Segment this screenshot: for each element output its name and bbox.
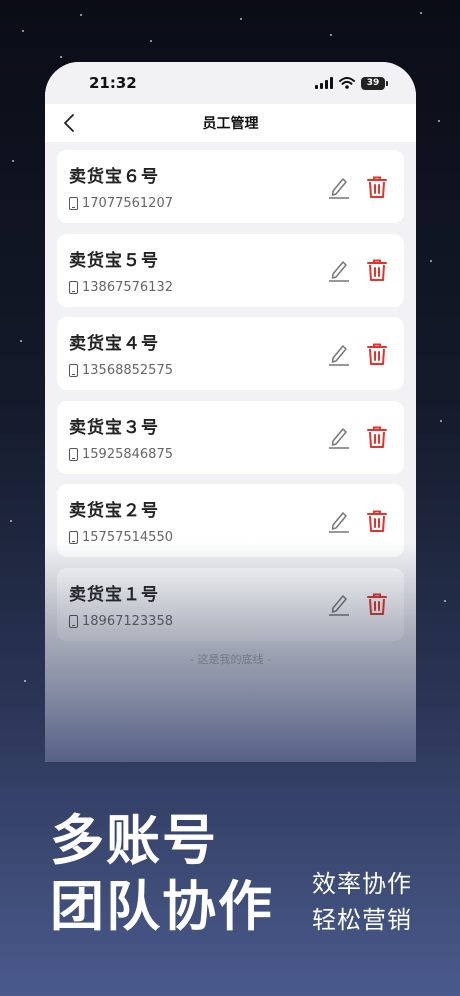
promo-headline-line2: 团队协作 [50,875,274,938]
chevron-left-icon [64,114,74,132]
promo-headline: 多账号 团队协作 [50,808,274,940]
mobile-phone-icon [69,364,78,377]
mobile-phone-icon [69,447,78,461]
employee-card[interactable]: 卖货宝１号 18967123358 [57,567,404,641]
employee-name: 卖货宝２号 [69,501,159,521]
employee-phone: 13568852575 [82,363,173,378]
employee-info: 卖货宝１号 18967123358 [69,580,173,629]
employee-phone-row: 15757514550 [69,530,173,545]
pencil-icon [329,261,349,282]
card-actions [326,173,390,201]
navigation-bar: 员工管理 [45,104,416,142]
employee-name: 卖货宝１号 [69,584,159,605]
employee-phone-row: 17077561207 [69,196,173,211]
status-time: 21:32 [89,74,137,92]
edit-button[interactable] [326,256,352,284]
card-actions [326,590,390,618]
promo-subline-line1: 效率协作 [312,870,412,898]
employee-info: 卖货宝３号 15925846875 [69,413,173,462]
phone-screen: 21:32 39 员工管理 卖货宝６号 17077561207 卖货宝５号 13… [45,62,416,762]
card-actions [326,507,390,535]
mobile-phone-icon [69,197,78,210]
employee-info: 卖货宝５号 13867576132 [69,246,173,295]
employee-phone: 13867576132 [82,279,173,295]
wifi-icon [339,77,355,89]
promo-subline: 效率协作 轻松营销 [312,866,412,938]
pencil-icon [329,511,349,533]
employee-phone: 18967123358 [82,613,173,629]
employee-name: 卖货宝５号 [69,250,159,271]
employee-phone: 17077561207 [82,196,173,211]
employee-phone-row: 13568852575 [69,363,173,378]
employee-phone: 15925846875 [82,446,173,462]
back-button[interactable] [57,111,81,135]
employee-card[interactable]: 卖货宝４号 13568852575 [57,317,404,390]
mobile-phone-icon [69,614,78,628]
employee-phone-row: 18967123358 [69,614,173,629]
status-bar: 21:32 39 [45,62,416,104]
card-actions [326,340,390,368]
edit-button[interactable] [326,173,352,201]
pencil-icon [329,428,349,449]
mobile-phone-icon [69,531,78,544]
employee-name: 卖货宝６号 [69,167,159,187]
edit-button[interactable] [326,507,352,535]
employee-info: 卖货宝４号 13568852575 [69,329,173,378]
list-end-text: - 这是我的底线 - [190,653,271,666]
pencil-icon [329,595,349,616]
employee-info: 卖货宝２号 15757514550 [69,496,173,545]
delete-button[interactable] [364,590,390,618]
page-title: 员工管理 [202,116,259,132]
trash-icon [367,259,387,281]
edit-button[interactable] [326,340,352,368]
delete-button[interactable] [364,256,390,284]
trash-icon [367,426,387,448]
promo-headline-line1: 多账号 [50,809,218,872]
edit-button[interactable] [326,590,352,618]
employee-phone-row: 13867576132 [69,280,173,295]
employee-card[interactable]: 卖货宝６号 17077561207 [57,150,404,223]
trash-icon [367,343,387,365]
employee-card[interactable]: 卖货宝２号 15757514550 [57,484,404,557]
trash-icon [367,510,387,532]
delete-button[interactable] [364,423,390,451]
edit-button[interactable] [326,423,352,451]
employee-name: 卖货宝３号 [69,417,159,438]
delete-button[interactable] [364,340,390,368]
status-icons: 39 [315,76,388,90]
employee-phone: 15757514550 [82,530,173,545]
promo-subline-line2: 轻松营销 [312,906,412,934]
employee-card[interactable]: 卖货宝３号 15925846875 [57,400,404,474]
employee-list: 卖货宝６号 17077561207 卖货宝５号 13867576132 卖货宝４… [45,142,416,667]
employee-info: 卖货宝６号 17077561207 [69,162,173,211]
employee-phone-row: 15925846875 [69,447,173,462]
delete-button[interactable] [364,507,390,535]
delete-button[interactable] [364,173,390,201]
mobile-phone-icon [69,280,78,294]
pencil-icon [329,177,349,199]
employee-name: 卖货宝４号 [69,334,159,354]
card-actions [326,423,390,451]
employee-card[interactable]: 卖货宝５号 13867576132 [57,233,404,307]
signal-icon [315,77,333,89]
trash-icon [367,176,387,198]
battery-icon: 39 [361,76,388,90]
card-actions [326,256,390,284]
trash-icon [367,593,387,615]
pencil-icon [329,344,349,366]
battery-level: 39 [361,76,385,90]
